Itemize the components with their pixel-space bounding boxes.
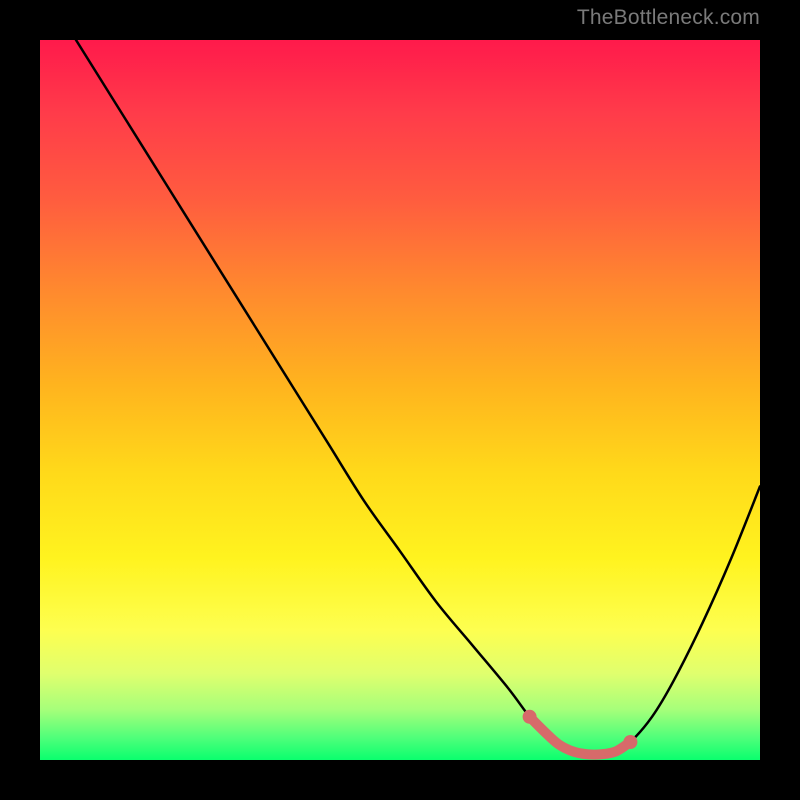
chart-frame: TheBottleneck.com <box>0 0 800 800</box>
plot-area <box>40 40 760 760</box>
watermark-text: TheBottleneck.com <box>577 6 760 30</box>
optimal-range-end-dot <box>623 735 637 749</box>
bottleneck-curve-path <box>76 40 760 755</box>
optimal-range-highlight <box>530 717 631 755</box>
plot-svg <box>40 40 760 760</box>
optimal-range-start-dot <box>523 710 537 724</box>
